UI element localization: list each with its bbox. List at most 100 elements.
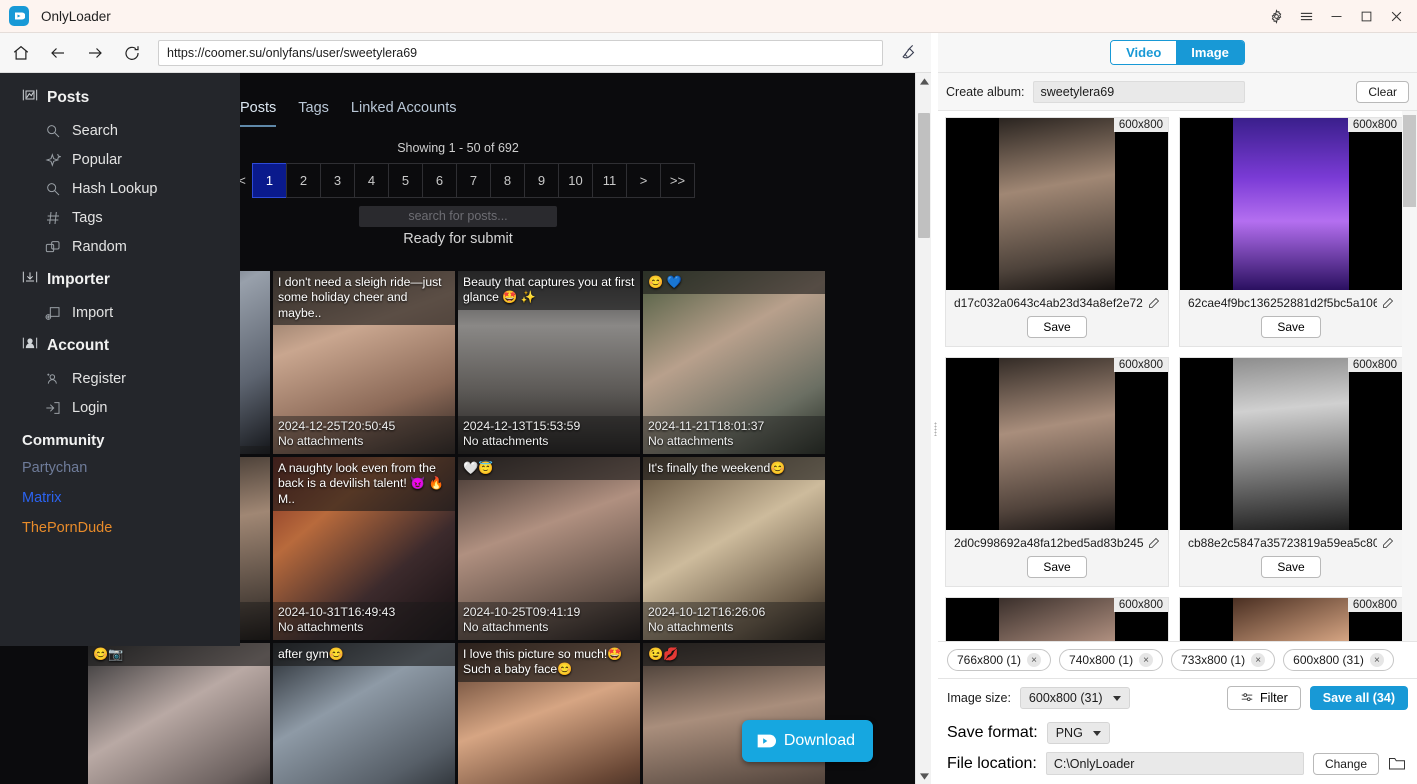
pencil-icon [1149,297,1160,308]
tab-linked-accounts[interactable]: Linked Accounts [351,100,457,127]
results-count: Showing 1 - 50 of 692 [397,141,519,155]
scroll-up-arrow-icon[interactable] [916,73,932,89]
thumbnail-card[interactable]: 600x800 [945,597,1169,641]
tab-posts[interactable]: Posts [240,100,277,127]
filter-button[interactable]: Filter [1226,686,1301,710]
post-card[interactable]: 😊 💙 2024-11-21T18:01:37 No attachments [643,271,825,454]
image-size-label: Image size: [947,691,1011,705]
panel-scrollbar[interactable] [1402,111,1417,641]
thumbnail-card[interactable]: 600x800 cb88e2c5847a35723819a59ea5c80 Sa… [1179,357,1403,587]
download-button[interactable]: Download [741,720,873,762]
page-8[interactable]: 8 [490,163,525,198]
maximize-button[interactable] [1351,0,1381,33]
home-icon[interactable] [4,38,37,68]
page-5[interactable]: 5 [388,163,423,198]
close-icon[interactable]: × [1139,653,1154,667]
menu-icon[interactable] [1291,0,1321,33]
sidebar-link-matrix[interactable]: Matrix [0,483,240,513]
tab-tags[interactable]: Tags [298,100,329,127]
size-chip-label: 740x800 (1) [1069,653,1134,667]
clear-button[interactable]: Clear [1356,80,1409,103]
web-scrollbar[interactable] [915,73,931,784]
post-card[interactable]: I love this picture so much!🤩 Such a bab… [458,643,640,784]
toggle-video[interactable]: Video [1111,41,1177,64]
thumbnail-filename: 2d0c998692a48fa12bed5ad83b245 [954,536,1143,550]
toggle-image[interactable]: Image [1176,41,1244,64]
size-filter-chips: 766x800 (1) × 740x800 (1) × 733x800 (1) … [938,641,1417,678]
close-button[interactable] [1381,0,1411,33]
sidebar-link-partychan[interactable]: Partychan [0,453,240,483]
page-1[interactable]: 1 [252,163,287,198]
album-name-input[interactable]: sweetylera69 [1032,80,1245,103]
post-card[interactable]: A naughty look even from the back is a d… [273,457,455,640]
panel-scrollbar-thumb[interactable] [1403,115,1416,207]
close-icon[interactable]: × [1027,653,1042,667]
scroll-down-arrow-icon[interactable] [916,768,932,784]
close-icon[interactable]: × [1369,653,1384,667]
sidebar-item-popular[interactable]: Popular [0,145,240,174]
page-6[interactable]: 6 [422,163,457,198]
thumbnail-card[interactable]: 600x800 d17c032a0643c4ab23d34a8ef2e721 S… [945,117,1169,347]
page-next[interactable]: > [626,163,661,198]
page-last[interactable]: >> [660,163,695,198]
close-icon[interactable]: × [1251,653,1266,667]
reload-icon[interactable] [115,38,148,68]
post-card[interactable]: 🤍😇 2024-10-25T09:41:19 No attachments [458,457,640,640]
sidebar-item-tags[interactable]: Tags [0,203,240,232]
minimize-button[interactable] [1321,0,1351,33]
sidebar-item-import[interactable]: Import [0,298,240,327]
image-size-select[interactable]: 600x800 (31) [1019,687,1130,709]
media-mode-toggle-row: Video Image [938,33,1417,73]
web-scrollbar-thumb[interactable] [918,113,930,238]
sidebar-item-hash-lookup[interactable]: Hash Lookup [0,174,240,203]
file-location-input[interactable]: C:\OnlyLoader [1045,752,1304,775]
page-3[interactable]: 3 [320,163,355,198]
sidebar-item-random[interactable]: Random [0,232,240,261]
page-9[interactable]: 9 [524,163,559,198]
size-chip[interactable]: 600x800 (31) × [1283,649,1394,671]
post-caption: A naughty look even from the back is a d… [273,457,455,511]
page-11[interactable]: 11 [592,163,627,198]
thumbnail-card[interactable]: 600x800 62cae4f9bc136252881d2f5bc5a106 S… [1179,117,1403,347]
back-arrow-icon[interactable] [41,38,74,68]
forward-arrow-icon[interactable] [78,38,111,68]
search-posts-input[interactable]: search for posts... [359,206,557,227]
app-logo-icon [9,6,29,26]
post-caption: 😉💋 [643,643,825,667]
post-card[interactable]: It's finally the weekend😊 2024-10-12T16:… [643,457,825,640]
post-card[interactable]: I don't need a sleigh ride—just some hol… [273,271,455,454]
save-all-button[interactable]: Save all (34) [1309,686,1408,710]
page-4[interactable]: 4 [354,163,389,198]
size-chip[interactable]: 766x800 (1) × [947,649,1052,671]
size-chip[interactable]: 740x800 (1) × [1059,649,1164,671]
url-input[interactable]: https://coomer.su/onlyfans/user/sweetyle… [158,39,883,66]
file-location-label: File location: [947,754,1037,772]
sidebar-item-login[interactable]: Login [0,393,240,422]
size-chip[interactable]: 733x800 (1) × [1171,649,1276,671]
folder-icon[interactable] [1388,755,1408,773]
save-button[interactable]: Save [1261,556,1321,578]
broom-icon[interactable] [891,37,927,69]
sidebar-header-label: Posts [47,88,90,106]
sidebar-item-register[interactable]: Register [0,364,240,393]
post-card[interactable]: 😉💋 [643,643,825,784]
save-button[interactable]: Save [1027,556,1087,578]
thumbnail-card[interactable]: 600x800 2d0c998692a48fa12bed5ad83b245 Sa… [945,357,1169,587]
save-button[interactable]: Save [1261,316,1321,338]
post-attachments: No attachments [648,433,734,448]
post-card[interactable]: 😊📷 [88,643,270,784]
page-10[interactable]: 10 [558,163,593,198]
post-card[interactable]: after gym😊 [273,643,455,784]
save-format-select[interactable]: PNG [1046,722,1110,744]
page-2[interactable]: 2 [286,163,321,198]
save-button[interactable]: Save [1027,316,1087,338]
page-7[interactable]: 7 [456,163,491,198]
thumbnail-card[interactable]: 600x800 [1179,597,1403,641]
change-location-button[interactable]: Change [1312,752,1379,775]
sidebar-item-search[interactable]: Search [0,116,240,145]
settings-icon[interactable] [1261,0,1291,33]
sidebar-item-label: Tags [72,209,103,226]
post-caption: 😊 💙 [643,271,825,295]
sidebar-link-theporndude[interactable]: ThePornDude [0,513,240,543]
post-card[interactable]: Beauty that captures you at first glance… [458,271,640,454]
